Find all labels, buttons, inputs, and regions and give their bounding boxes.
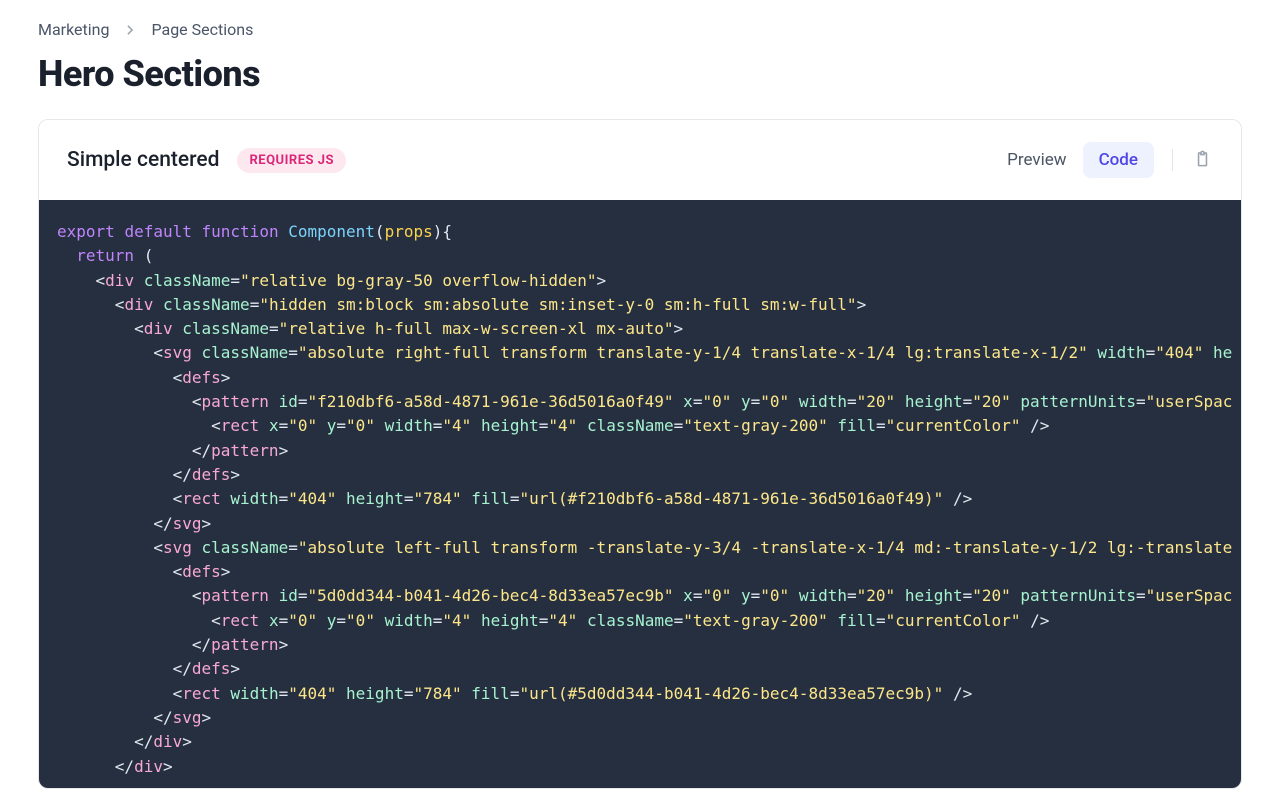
tab-preview[interactable]: Preview [991, 142, 1082, 178]
clipboard-icon [1193, 149, 1212, 171]
code-panel[interactable]: export default function Component(props)… [39, 200, 1241, 788]
breadcrumb-item-page-sections[interactable]: Page Sections [151, 20, 253, 39]
requires-js-badge: REQUIRES JS [237, 148, 346, 173]
tab-code[interactable]: Code [1083, 142, 1154, 178]
code-block: export default function Component(props)… [57, 220, 1223, 779]
breadcrumb-item-marketing[interactable]: Marketing [38, 20, 109, 39]
card-title: Simple centered [67, 148, 219, 172]
component-card: Simple centered REQUIRES JS Preview Code… [38, 119, 1242, 789]
vertical-divider [1172, 149, 1173, 171]
breadcrumb: Marketing Page Sections [38, 20, 1242, 39]
card-header: Simple centered REQUIRES JS Preview Code [39, 120, 1241, 200]
copy-button[interactable] [1191, 149, 1213, 171]
chevron-right-icon [123, 23, 137, 37]
page-title: Hero Sections [38, 53, 1242, 95]
